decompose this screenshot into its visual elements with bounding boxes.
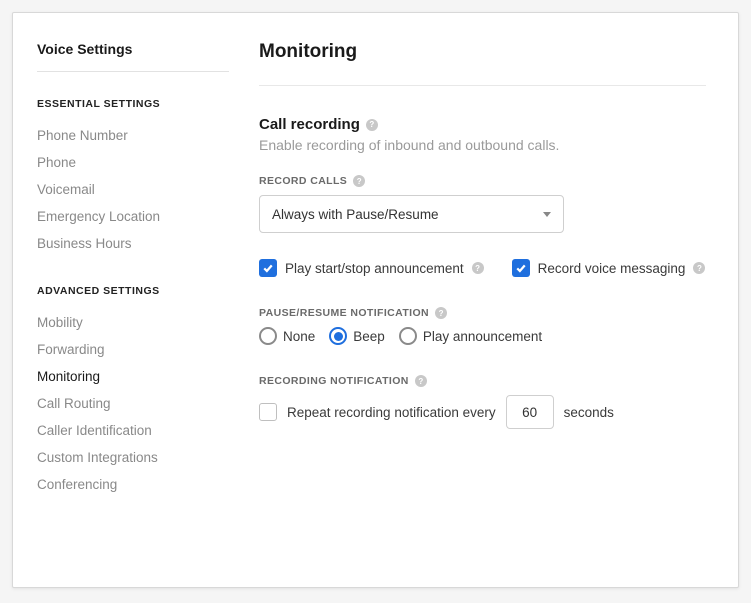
main-content: Monitoring Call recording ? Enable recor… bbox=[247, 41, 706, 559]
sidebar-item-monitoring[interactable]: Monitoring bbox=[37, 363, 229, 390]
section-header: Call recording ? bbox=[259, 116, 706, 133]
sidebar-item-voicemail[interactable]: Voicemail bbox=[37, 176, 229, 203]
radio-none bbox=[259, 327, 277, 345]
sidebar-group-label: Advanced Settings bbox=[37, 285, 229, 297]
record-calls-select[interactable]: Always with Pause/Resume bbox=[259, 195, 564, 233]
play-announcement-checkbox[interactable] bbox=[259, 259, 277, 277]
help-icon[interactable]: ? bbox=[435, 307, 447, 319]
radio-beep bbox=[329, 327, 347, 345]
sidebar: Voice Settings Essential Settings Phone … bbox=[37, 41, 247, 559]
recording-notification-label-row: Recording Notification ? bbox=[259, 375, 706, 387]
radio-play-announcement bbox=[399, 327, 417, 345]
sidebar-group-essential: Essential Settings Phone Number Phone Vo… bbox=[37, 98, 229, 257]
repeat-interval-input[interactable] bbox=[506, 395, 554, 429]
sidebar-item-caller-identification[interactable]: Caller Identification bbox=[37, 417, 229, 444]
record-calls-label: Record Calls bbox=[259, 175, 347, 187]
caret-down-icon bbox=[543, 212, 551, 217]
sidebar-item-forwarding[interactable]: Forwarding bbox=[37, 336, 229, 363]
checkbox-row: Play start/stop announcement ? Record vo… bbox=[259, 259, 706, 277]
section-desc: Enable recording of inbound and outbound… bbox=[259, 137, 706, 153]
pause-resume-label: Pause/Resume Notification bbox=[259, 307, 429, 319]
sidebar-item-phone[interactable]: Phone bbox=[37, 149, 229, 176]
radio-item-play-announcement[interactable]: Play announcement bbox=[399, 327, 542, 345]
repeat-checkbox[interactable] bbox=[259, 403, 277, 421]
repeat-row: Repeat recording notification every seco… bbox=[259, 395, 706, 429]
record-voice-messaging-label: Record voice messaging bbox=[538, 261, 686, 276]
select-value: Always with Pause/Resume bbox=[272, 207, 439, 222]
section-title: Call recording bbox=[259, 116, 360, 133]
radio-beep-label: Beep bbox=[353, 329, 385, 344]
check-item-play-announcement: Play start/stop announcement ? bbox=[259, 259, 484, 277]
sidebar-item-business-hours[interactable]: Business Hours bbox=[37, 230, 229, 257]
record-voice-messaging-checkbox[interactable] bbox=[512, 259, 530, 277]
check-item-record-voice-messaging: Record voice messaging ? bbox=[512, 259, 706, 277]
radio-item-none[interactable]: None bbox=[259, 327, 315, 345]
sidebar-group-label: Essential Settings bbox=[37, 98, 229, 110]
recording-notification-label: Recording Notification bbox=[259, 375, 409, 387]
help-icon[interactable]: ? bbox=[693, 262, 705, 274]
sidebar-item-emergency-location[interactable]: Emergency Location bbox=[37, 203, 229, 230]
play-announcement-label: Play start/stop announcement bbox=[285, 261, 464, 276]
sidebar-item-phone-number[interactable]: Phone Number bbox=[37, 122, 229, 149]
page-title: Monitoring bbox=[259, 41, 706, 86]
settings-window: Voice Settings Essential Settings Phone … bbox=[12, 12, 739, 588]
help-icon[interactable]: ? bbox=[472, 262, 484, 274]
repeat-prefix: Repeat recording notification every bbox=[287, 405, 496, 420]
help-icon[interactable]: ? bbox=[415, 375, 427, 387]
sidebar-item-call-routing[interactable]: Call Routing bbox=[37, 390, 229, 417]
record-calls-label-row: Record Calls ? bbox=[259, 175, 706, 187]
radio-item-beep[interactable]: Beep bbox=[329, 327, 385, 345]
pause-resume-label-row: Pause/Resume Notification ? bbox=[259, 307, 706, 319]
help-icon[interactable]: ? bbox=[353, 175, 365, 187]
pause-resume-radio-row: None Beep Play announcement bbox=[259, 327, 706, 345]
sidebar-item-custom-integrations[interactable]: Custom Integrations bbox=[37, 444, 229, 471]
radio-none-label: None bbox=[283, 329, 315, 344]
sidebar-item-conferencing[interactable]: Conferencing bbox=[37, 471, 229, 498]
help-icon[interactable]: ? bbox=[366, 119, 378, 131]
sidebar-group-advanced: Advanced Settings Mobility Forwarding Mo… bbox=[37, 285, 229, 498]
sidebar-title: Voice Settings bbox=[37, 41, 229, 72]
repeat-suffix: seconds bbox=[564, 405, 614, 420]
radio-play-announcement-label: Play announcement bbox=[423, 329, 542, 344]
sidebar-item-mobility[interactable]: Mobility bbox=[37, 309, 229, 336]
